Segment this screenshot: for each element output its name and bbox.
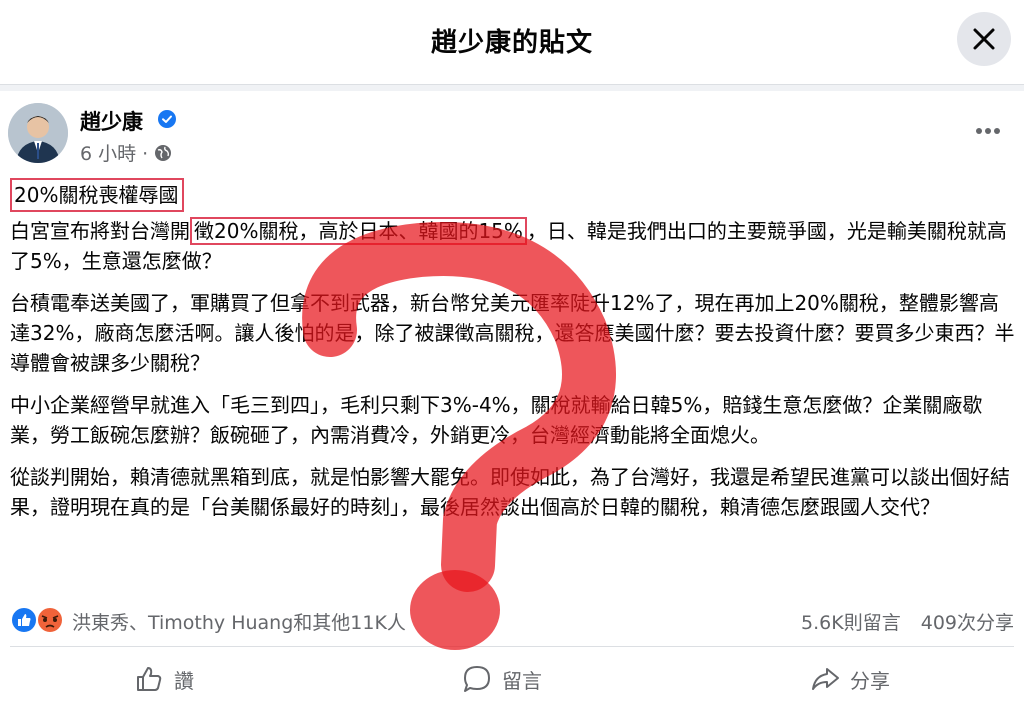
paragraph-1: 白宮宣布將對台灣開 徵20%關稅，高於日本、韓國的15% ，日、韓是我們出口的主要競… [10, 216, 1018, 276]
more-horizontal-icon [976, 128, 1000, 134]
post-time[interactable]: 6 小時 · [80, 139, 148, 166]
verified-badge-icon [158, 110, 176, 128]
paragraph-4: 從談判開始，賴清德就黑箱到底，就是怕影響大罷免。即使如此，為了台灣好，我還是希望… [10, 465, 1010, 519]
header-divider [0, 85, 1024, 91]
comment-bubble-icon [464, 666, 490, 692]
reaction-icons[interactable] [10, 606, 68, 634]
globe-icon [155, 144, 172, 161]
post-actions: 讚 留言 分享 [0, 656, 1024, 702]
post-headline: 20%關稅喪權辱國 [10, 178, 185, 212]
paragraph-3: 中小企業經營早就進入「毛三到四」，毛利只剩下3%-4%，關稅就輸給日韓5%，賠錢… [10, 393, 983, 447]
comment-button[interactable]: 留言 [422, 658, 582, 700]
highlighted-tariff-text: 徵20%關稅，高於日本、韓國的15% [190, 217, 527, 245]
paragraph-1-start: 白宮宣布將對台灣開 [10, 219, 190, 243]
paragraph-2: 台積電奉送美國了，軍購買了但拿不到武器，新台幣兌美元匯率陡升12%了，現在再加上… [10, 291, 1015, 375]
action-divider [10, 646, 1014, 647]
thumbs-up-icon [137, 667, 162, 691]
angry-reaction-icon [36, 606, 64, 634]
share-label: 分享 [850, 668, 890, 693]
like-button[interactable]: 讚 [94, 658, 234, 700]
reactions-summary: 洪東秀、Timothy Huang和其他11K人 5.6K則留言 409次分享 [0, 600, 1024, 640]
share-button[interactable]: 分享 [770, 658, 930, 700]
close-button[interactable] [957, 12, 1011, 66]
post-meta: 6 小時 · [80, 139, 172, 166]
reaction-names[interactable]: 洪東秀、Timothy Huang和其他11K人 [72, 608, 406, 635]
close-icon [973, 28, 995, 50]
engagement-counts: 5.6K則留言 409次分享 [801, 608, 1014, 635]
share-count[interactable]: 409次分享 [921, 608, 1014, 635]
comment-label: 留言 [502, 668, 542, 693]
more-options-button[interactable] [968, 116, 1008, 146]
dialog-header: 趙少康的貼文 [0, 0, 1024, 85]
like-reaction-icon [10, 606, 38, 634]
avatar[interactable] [8, 103, 68, 163]
post-headline-text: 20%關稅喪權辱國 [14, 183, 179, 207]
post-body: 20%關稅喪權辱國 白宮宣布將對台灣開 徵20%關稅，高於日本、韓國的15% ，日、… [10, 178, 1018, 534]
author-name[interactable]: 趙少康 [80, 106, 143, 136]
share-arrow-icon [812, 668, 839, 690]
like-label: 讚 [174, 668, 194, 693]
dialog-title: 趙少康的貼文 [430, 28, 593, 58]
comment-count[interactable]: 5.6K則留言 [801, 608, 901, 635]
